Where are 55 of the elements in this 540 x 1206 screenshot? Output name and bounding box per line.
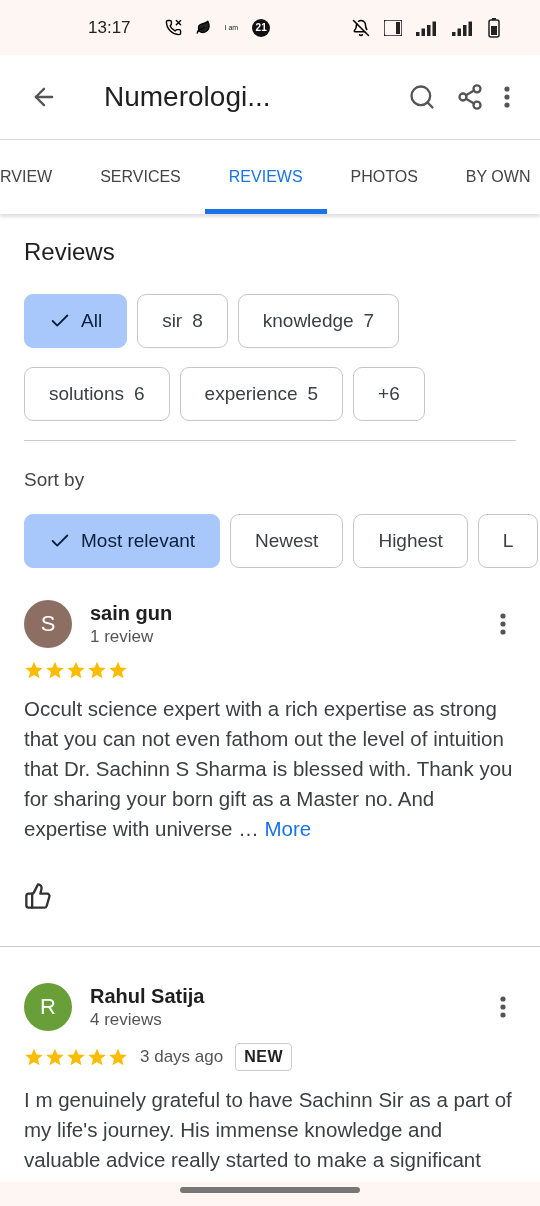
filter-chip[interactable]: solutions 6: [24, 367, 170, 421]
star-icon: [24, 1047, 44, 1067]
sort-chip[interactable]: Most relevant: [24, 514, 221, 568]
clock: 13:17: [88, 17, 131, 38]
tab[interactable]: SERVICES: [76, 140, 205, 214]
star-icon: [24, 660, 44, 680]
kebab-menu-icon: [500, 996, 506, 1018]
battery-icon: [488, 17, 500, 38]
review-date: 3 days ago: [140, 1047, 224, 1067]
kebab-menu-icon: [500, 613, 506, 635]
like-button[interactable]: [24, 882, 52, 910]
filter-chip[interactable]: knowledge 7: [237, 294, 400, 348]
tab[interactable]: BY OWN: [441, 140, 531, 214]
star-icon: [66, 1047, 86, 1067]
kebab-menu-icon: [504, 86, 510, 108]
signal-icon: [416, 19, 438, 36]
reviewer-name: Rahul Satija: [90, 984, 206, 1008]
star-icon: [108, 1047, 128, 1067]
tab[interactable]: PHOTOS: [326, 140, 442, 214]
filter-chip[interactable]: sir 8: [137, 294, 228, 348]
section-title: Reviews: [24, 238, 116, 266]
tab[interactable]: RVIEW: [0, 140, 77, 214]
review-text: I m genuinely grateful to have Sachinn Sir as a part of my life's journey. His immense knowledge and valuable advice really started to make a significant: [24, 1087, 513, 1173]
home-handle[interactable]: [180, 1187, 360, 1193]
star-icon: [45, 1047, 65, 1067]
star-icon: [45, 660, 65, 680]
avatar: R: [24, 983, 72, 1031]
sort-chip[interactable]: Newest: [230, 514, 344, 568]
review-text: Occult science expert with a rich expertise as strong that you can not even fathom out the level of intuition that Dr. Sachinn S Sharma is blessed with. Thank you for sharing your born gift as a Master no. And expertise with universe … More: [24, 696, 514, 842]
more-link[interactable]: More: [264, 817, 312, 840]
volte-icon: [384, 19, 402, 36]
share-icon: [456, 83, 484, 111]
leaf-icon: [195, 20, 211, 35]
bell-off-icon: [352, 18, 370, 37]
sort-label: Sort by: [24, 469, 86, 491]
sort-chip[interactable]: L: [477, 514, 539, 568]
search-icon: [408, 83, 436, 111]
filter-chip[interactable]: +6: [353, 367, 425, 421]
star-icon: [66, 660, 86, 680]
signal-icon: [452, 19, 474, 36]
review-count: 1 review: [90, 626, 155, 647]
place-title: Numerologi...: [104, 81, 272, 113]
reviewer-name: sain gun: [90, 601, 174, 625]
filter-chip[interactable]: experience 5: [179, 367, 344, 421]
notification-badge: 21: [252, 18, 271, 37]
star-icon: [87, 660, 107, 680]
tab[interactable]: REVIEWS: [204, 140, 327, 214]
missed-call-icon: [164, 19, 182, 36]
filter-chip[interactable]: All: [24, 294, 128, 348]
avatar: S: [24, 600, 72, 648]
star-icon: [87, 1047, 107, 1067]
star-icon: [108, 660, 128, 680]
review-count: 4 reviews: [90, 1009, 163, 1030]
new-badge: NEW: [235, 1043, 292, 1071]
sort-chip[interactable]: Highest: [353, 514, 468, 568]
